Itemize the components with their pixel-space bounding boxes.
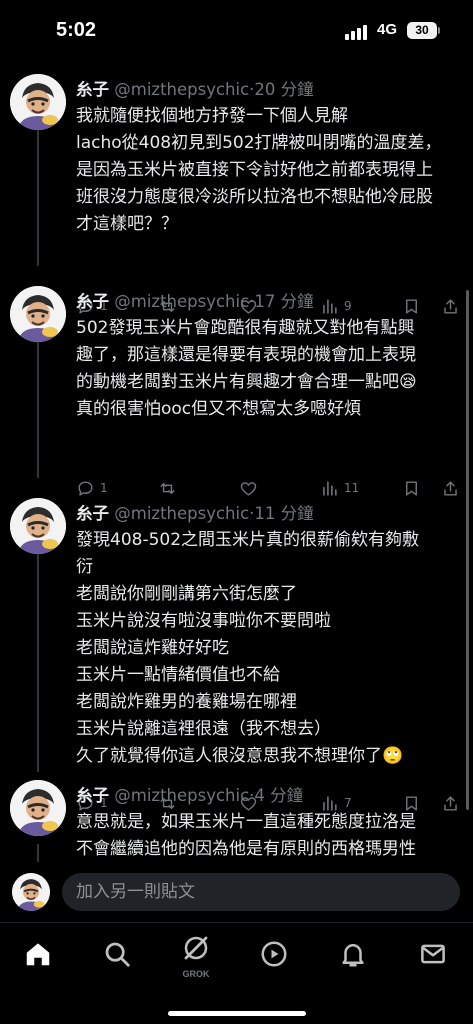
author-handle[interactable]: @mizthepsychic <box>114 292 249 311</box>
add-post-input[interactable]: 加入另一則貼文 <box>62 873 460 911</box>
post-header: 糸子 @mizthepsychic·4 分鐘 <box>76 786 304 805</box>
bookmark-icon <box>406 298 417 314</box>
author-name[interactable]: 糸子 <box>76 786 109 805</box>
post-line: 真的很害怕ooc但又不想寫太多嗯好煩 <box>76 399 362 419</box>
battery-icon: 30 <box>407 22 437 39</box>
author-name[interactable]: 糸子 <box>76 292 109 311</box>
views-button[interactable]: 11 <box>320 476 359 500</box>
author-handle[interactable]: @mizthepsychic <box>114 80 249 99</box>
avatar[interactable] <box>10 74 66 130</box>
grok-icon <box>184 936 208 960</box>
post-line: 久了就覺得你這人很沒意思我不想理你了🙄 <box>76 746 404 766</box>
heart-icon <box>240 481 257 496</box>
share-button[interactable] <box>441 476 460 500</box>
like-button[interactable] <box>239 476 258 500</box>
post-line: lacho從408初見到502打牌被叫閉嘴的溫度差， <box>76 133 442 153</box>
author-handle[interactable]: @mizthepsychic <box>114 504 249 523</box>
home-indicator <box>168 1011 306 1016</box>
my-avatar[interactable] <box>12 873 50 911</box>
share-icon <box>444 480 457 496</box>
messages-tab[interactable] <box>418 939 454 975</box>
post-line: 玉米片說沒有啦沒事啦你不要問啦 <box>76 611 331 631</box>
views-icon <box>323 480 337 496</box>
post-text: 意思就是，如果玉米片一直這種死態度拉洛是 不會繼續追他的因為他是有原則的西格瑪男… <box>76 809 466 862</box>
post-line: 老闆說炸雞男的養雞場在哪裡 <box>76 692 297 712</box>
repost-icon <box>160 482 175 494</box>
post-time[interactable]: 20 分鐘 <box>254 80 313 99</box>
reply-icon <box>78 480 93 496</box>
post-text: 發現408-502之間玉米片真的很薪偷欸有夠敷 衍 老闆說你剛剛講第六街怎麼了 … <box>76 527 466 770</box>
video-icon <box>261 941 287 967</box>
author-name[interactable]: 糸子 <box>76 504 109 523</box>
home-tab[interactable] <box>23 939 59 975</box>
status-bar: 5:02 4G 30 <box>0 0 473 62</box>
share-icon <box>444 298 457 314</box>
post-line: 是因為玉米片被直接下令討好他之前都表現得上 <box>76 160 433 180</box>
post-text: 我就隨便找個地方抒發一下個人見解 lacho從408初見到502打牌被叫閉嘴的溫… <box>76 103 466 238</box>
video-tab[interactable] <box>259 939 295 975</box>
thread-timeline[interactable]: 糸子 @mizthepsychic·20 分鐘 我就隨便找個地方抒發一下個人見解… <box>0 62 473 862</box>
avatar[interactable] <box>10 780 66 836</box>
network-type: 4G <box>377 21 398 38</box>
post-line: 班很沒力態度很冷淡所以拉洛也不想貼他冷屁股 <box>76 187 433 207</box>
bell-icon <box>342 944 364 967</box>
thread-connector <box>37 338 39 478</box>
bookmark-icon <box>406 480 417 496</box>
post-line: 發現408-502之間玉米片真的很薪偷欸有夠敷 <box>76 530 420 550</box>
reply-count: 1 <box>100 481 108 495</box>
thread-connector <box>37 844 39 862</box>
home-icon <box>26 943 50 966</box>
view-count: 7 <box>344 796 352 810</box>
thread-connector <box>37 550 39 772</box>
post-header: 糸子 @mizthepsychic·20 分鐘 <box>76 80 314 99</box>
post-line: 我就隨便找個地方抒發一下個人見解 <box>76 106 348 126</box>
post-line: 衍 <box>76 557 93 577</box>
repost-button[interactable] <box>158 476 177 500</box>
post-time[interactable]: 11 分鐘 <box>254 504 313 523</box>
search-icon <box>105 942 130 967</box>
post-text: 502發現玉米片會跑酷很有趣就又對他有點興 趣了，那這樣還是得要有表現的機會加上… <box>76 315 466 423</box>
bookmark-button[interactable] <box>402 476 421 500</box>
reply-bar: 加入另一則貼文 <box>0 862 473 922</box>
views-icon <box>323 298 337 314</box>
post-line: 不會繼續追他的因為他是有原則的西格瑪男性 <box>76 839 416 859</box>
envelope-icon <box>421 944 445 964</box>
post-time[interactable]: 4 分鐘 <box>254 786 303 805</box>
signal-icon <box>345 24 371 40</box>
battery-tip <box>438 27 440 34</box>
post-line: 502發現玉米片會跑酷很有趣就又對他有點興 <box>76 318 415 338</box>
post-time[interactable]: 17 分鐘 <box>254 292 313 311</box>
view-count: 9 <box>344 299 352 313</box>
notifications-tab[interactable] <box>338 939 374 975</box>
author-handle[interactable]: @mizthepsychic <box>114 786 249 805</box>
status-time: 5:02 <box>56 19 97 41</box>
post-line: 的動機老闆對玉米片有興趣才會合理一點吧😪 <box>76 372 417 392</box>
post-header: 糸子 @mizthepsychic·17 分鐘 <box>76 292 314 311</box>
post-actions: 1 11 <box>76 476 466 500</box>
bottom-nav: GROK <box>0 922 473 1024</box>
post-line: 玉米片一點情緒價值也不給 <box>76 665 280 685</box>
post-line: 老闆說你剛剛講第六街怎麼了 <box>76 584 297 604</box>
post-line: 意思就是，如果玉米片一直這種死態度拉洛是 <box>76 812 416 832</box>
post-line: 玉米片說離這裡很遠（我不想去） <box>76 719 331 739</box>
author-name[interactable]: 糸子 <box>76 80 109 99</box>
grok-tab[interactable] <box>181 933 217 969</box>
search-tab[interactable] <box>102 939 138 975</box>
post-line: 老闆說這炸雞好好吃 <box>76 638 229 658</box>
scrollbar[interactable] <box>466 290 469 810</box>
grok-label: GROK <box>182 969 210 979</box>
post-header: 糸子 @mizthepsychic·11 分鐘 <box>76 504 314 523</box>
view-count: 11 <box>344 481 360 495</box>
thread-connector <box>37 126 39 266</box>
post-line: 趣了，那這樣還是得要有表現的機會加上表現 <box>76 345 416 365</box>
avatar[interactable] <box>10 498 66 554</box>
reply-button[interactable]: 1 <box>76 476 108 500</box>
avatar[interactable] <box>10 286 66 342</box>
post-line: 才這樣吧？？ <box>76 214 178 234</box>
